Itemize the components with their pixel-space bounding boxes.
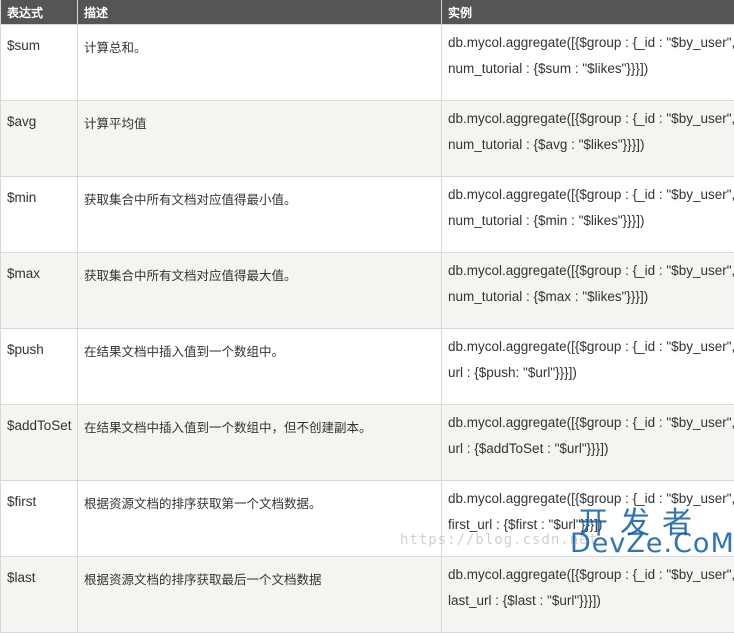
header-description: 描述 [78, 0, 442, 25]
table-row: $avg 计算平均值 db.mycol.aggregate([{$group :… [1, 101, 734, 177]
example-cell: db.mycol.aggregate([{$group : {_id : "$b… [442, 405, 734, 481]
example-line-1: db.mycol.aggregate([{$group : {_id : "$b… [448, 30, 728, 56]
expression-cell: $min [1, 177, 78, 253]
example-line-2: num_tutorial : {$min : "$likes"}}}]) [448, 208, 728, 234]
expression-cell: $first [1, 481, 78, 557]
example-line-1: db.mycol.aggregate([{$group : {_id : "$b… [448, 106, 728, 132]
description-cell: 在结果文档中插入值到一个数组中，但不创建副本。 [78, 405, 442, 481]
table-row: $max 获取集合中所有文档对应值得最大值。 db.mycol.aggregat… [1, 253, 734, 329]
example-cell: db.mycol.aggregate([{$group : {_id : "$b… [442, 101, 734, 177]
table-header-row: 表达式 描述 实例 [1, 0, 734, 25]
example-cell: db.mycol.aggregate([{$group : {_id : "$b… [442, 177, 734, 253]
expression-cell: $addToSet [1, 405, 78, 481]
expression-cell: $max [1, 253, 78, 329]
example-line-2: num_tutorial : {$avg : "$likes"}}}]) [448, 132, 728, 158]
table-row: $push 在结果文档中插入值到一个数组中。 db.mycol.aggregat… [1, 329, 734, 405]
example-cell: db.mycol.aggregate([{$group : {_id : "$b… [442, 25, 734, 101]
example-line-2: last_url : {$last : "$url"}}}]) [448, 588, 728, 614]
description-cell: 获取集合中所有文档对应值得最大值。 [78, 253, 442, 329]
example-line-1: db.mycol.aggregate([{$group : {_id : "$b… [448, 182, 728, 208]
expression-cell: $last [1, 557, 78, 633]
example-line-2: url : {$addToSet : "$url"}}}]) [448, 436, 728, 462]
example-line-1: db.mycol.aggregate([{$group : {_id : "$b… [448, 562, 728, 588]
expression-cell: $avg [1, 101, 78, 177]
table-row: $min 获取集合中所有文档对应值得最小值。 db.mycol.aggregat… [1, 177, 734, 253]
site-logo-watermark: 开发者 DevZe.CoM [570, 498, 730, 560]
header-example: 实例 [442, 0, 734, 25]
description-cell: 获取集合中所有文档对应值得最小值。 [78, 177, 442, 253]
url-watermark: https://blog.csdn.net [400, 532, 598, 548]
expression-cell: $push [1, 329, 78, 405]
logo-english-text: DevZe.CoM [570, 528, 734, 559]
description-cell: 根据资源文档的排序获取第一个文档数据。 [78, 481, 442, 557]
description-cell: 计算平均值 [78, 101, 442, 177]
example-line-2: num_tutorial : {$max : "$likes"}}}]) [448, 284, 728, 310]
example-cell: db.mycol.aggregate([{$group : {_id : "$b… [442, 253, 734, 329]
example-cell: db.mycol.aggregate([{$group : {_id : "$b… [442, 329, 734, 405]
example-line-2: url : {$push: "$url"}}}]) [448, 360, 728, 386]
table-row: $sum 计算总和。 db.mycol.aggregate([{$group :… [1, 25, 734, 101]
description-cell: 根据资源文档的排序获取最后一个文档数据 [78, 557, 442, 633]
table-row: $addToSet 在结果文档中插入值到一个数组中，但不创建副本。 db.myc… [1, 405, 734, 481]
example-line-1: db.mycol.aggregate([{$group : {_id : "$b… [448, 258, 728, 284]
description-cell: 计算总和。 [78, 25, 442, 101]
example-line-2: num_tutorial : {$sum : "$likes"}}}]) [448, 56, 728, 82]
header-expression: 表达式 [1, 0, 78, 25]
example-line-1: db.mycol.aggregate([{$group : {_id : "$b… [448, 334, 728, 360]
table-row: $last 根据资源文档的排序获取最后一个文档数据 db.mycol.aggre… [1, 557, 734, 633]
example-cell: db.mycol.aggregate([{$group : {_id : "$b… [442, 557, 734, 633]
description-cell: 在结果文档中插入值到一个数组中。 [78, 329, 442, 405]
expression-cell: $sum [1, 25, 78, 101]
example-line-1: db.mycol.aggregate([{$group : {_id : "$b… [448, 410, 728, 436]
